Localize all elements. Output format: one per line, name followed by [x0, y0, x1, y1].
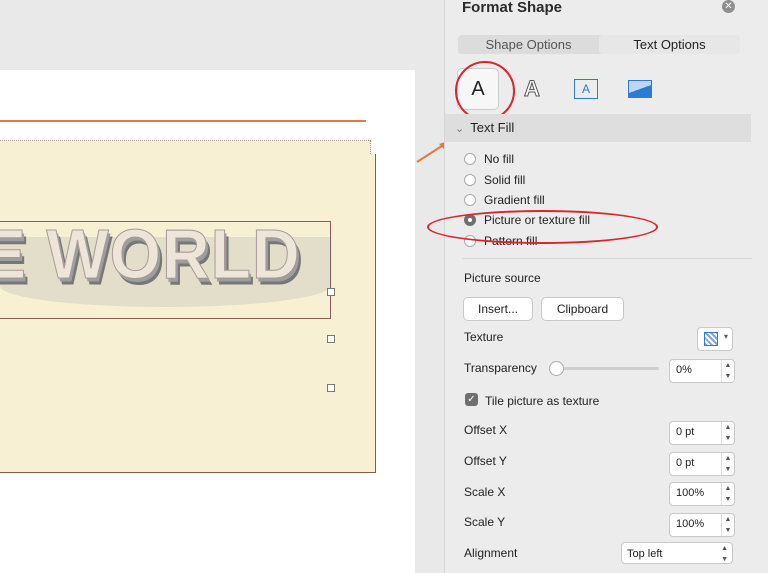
insert-button[interactable]: Insert... — [463, 297, 533, 321]
clipboard-button[interactable]: Clipboard — [541, 297, 624, 321]
radio-gradient-fill[interactable]: Gradient fill — [464, 191, 545, 209]
stepper-arrows[interactable]: ▲ ▼ — [721, 422, 734, 444]
wordart-selection-frame[interactable] — [0, 221, 331, 319]
chevron-down-icon: ⌄ — [455, 123, 465, 135]
textbox-tab[interactable]: A — [566, 69, 606, 109]
radio-button[interactable] — [464, 153, 476, 165]
texture-swatch-icon — [704, 332, 718, 346]
scale-y-stepper[interactable]: 100% ▲ ▼ — [669, 513, 735, 537]
title-underline — [0, 120, 366, 122]
radio-button[interactable] — [464, 174, 476, 186]
picture-icon — [628, 80, 652, 98]
text-effects-icon: A — [524, 76, 541, 102]
scale-x-label: Scale X — [464, 485, 506, 499]
scale-y-label: Scale Y — [464, 515, 506, 529]
stepper-arrows[interactable]: ▲ ▼ — [721, 453, 734, 475]
stepper-arrows[interactable]: ▲ ▼ — [721, 483, 734, 505]
textbox-icon: A — [574, 79, 598, 99]
picture-source-label: Picture source — [464, 271, 541, 285]
annotation-circle — [455, 61, 515, 121]
annotation-ellipse — [427, 210, 658, 244]
radio-button[interactable] — [464, 194, 476, 206]
tab-text-options[interactable]: Text Options — [599, 35, 740, 54]
options-tabs: Shape Options Text Options — [458, 35, 740, 54]
text-effects-tab[interactable]: A — [512, 69, 552, 109]
offset-y-label: Offset Y — [464, 454, 507, 468]
radio-solid-fill[interactable]: Solid fill — [464, 171, 525, 189]
text-fill-section-header[interactable]: ⌄ Text Fill — [445, 114, 751, 142]
tile-checkbox-label: Tile picture as texture — [485, 394, 600, 408]
offset-x-stepper[interactable]: 0 pt ▲ ▼ — [669, 421, 735, 445]
text-options-icon-row: A A A — [455, 61, 660, 121]
caret-down-icon: ▾ — [723, 332, 728, 341]
close-icon[interactable]: ✕ — [722, 0, 735, 13]
tile-checkbox[interactable]: ✓ — [465, 393, 478, 406]
picture-tab[interactable] — [620, 69, 660, 109]
stepper-arrows[interactable]: ▲ ▼ — [721, 514, 734, 536]
transparency-label: Transparency — [464, 361, 537, 375]
radio-no-fill[interactable]: No fill — [464, 150, 514, 168]
offset-x-label: Offset X — [464, 423, 508, 437]
section-title: Text Fill — [470, 120, 515, 135]
divider — [462, 258, 752, 259]
alignment-select[interactable]: Top left ▲ ▼ — [621, 542, 733, 564]
offset-y-stepper[interactable]: 0 pt ▲ ▼ — [669, 452, 735, 476]
resize-handle[interactable] — [327, 384, 335, 392]
transparency-slider-track[interactable] — [555, 367, 659, 370]
slide-canvas-area: E WORLD — [0, 0, 444, 573]
panel-title: Format Shape — [462, 0, 563, 16]
scale-x-stepper[interactable]: 100% ▲ ▼ — [669, 482, 735, 506]
text-fill-outline-tab[interactable]: A — [455, 61, 515, 121]
texture-label: Texture — [464, 330, 504, 344]
transparency-slider-knob[interactable] — [549, 361, 564, 376]
format-shape-panel: Format Shape ✕ Shape Options Text Option… — [444, 0, 768, 573]
transparency-stepper[interactable]: 0% ▲ ▼ — [669, 359, 735, 383]
resize-handle[interactable] — [327, 335, 335, 343]
select-arrows: ▲ ▼ — [721, 545, 728, 563]
texture-picker[interactable]: ▾ — [697, 327, 733, 351]
resize-handle[interactable] — [327, 288, 335, 296]
tab-shape-options[interactable]: Shape Options — [458, 35, 599, 54]
alignment-label: Alignment — [464, 546, 518, 560]
stepper-arrows[interactable]: ▲ ▼ — [721, 360, 734, 382]
